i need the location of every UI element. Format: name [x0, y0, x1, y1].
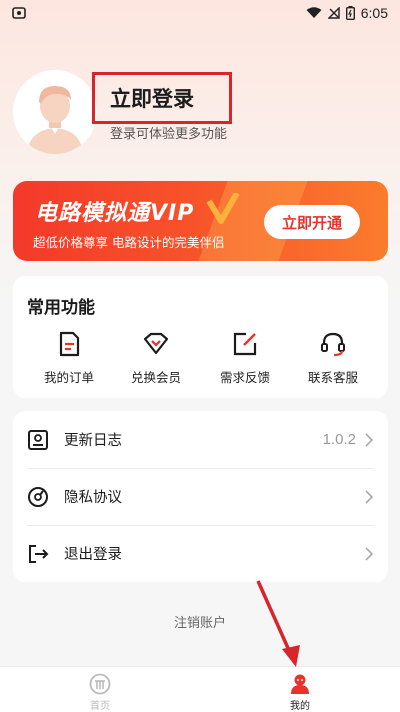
tab-mine[interactable]: 我的 [270, 673, 330, 712]
feedback-button[interactable]: 需求反馈 [205, 331, 285, 386]
screenshot-notification-icon [12, 7, 26, 19]
profile-icon [291, 674, 309, 694]
redeem-membership-button[interactable]: 兑换会员 [116, 331, 196, 386]
cancel-account-link[interactable]: 注销账户 [0, 612, 400, 631]
chevron-right-icon [365, 432, 374, 447]
headset-icon [321, 332, 345, 357]
tab-home[interactable]: 首页 [70, 673, 130, 712]
section-title: 常用功能 [27, 298, 95, 318]
feedback-icon [233, 332, 257, 356]
vip-title: 电路模拟通VIP [35, 201, 195, 226]
login-subtitle: 登录可体验更多功能 [110, 127, 228, 142]
annotation-arrow [256, 580, 300, 667]
status-time: 6:05 [360, 5, 388, 21]
wifi-icon [306, 7, 322, 18]
redeem-icon [143, 332, 169, 355]
privacy-policy-row[interactable]: 隐私协议 [13, 468, 388, 525]
vip-banner[interactable]: 电路模拟通VIP 超低价格尊享 电路设计的完美伴侣 立即开通 [13, 181, 388, 261]
status-bar: 6:05 [0, 0, 400, 26]
order-icon [59, 331, 80, 357]
no-signal-icon [327, 7, 340, 19]
bottom-navigation: 首页 我的 [0, 666, 400, 712]
logout-row[interactable]: 退出登录 [13, 525, 388, 582]
default-avatar-icon [13, 70, 97, 154]
my-orders-button[interactable]: 我的订单 [29, 331, 109, 386]
privacy-icon [28, 486, 48, 507]
logout-icon [29, 544, 49, 563]
login-button[interactable]: 立即登录 [110, 83, 194, 113]
settings-card: 更新日志 1.0.2 隐私协议 退出登录 [13, 411, 388, 582]
avatar[interactable] [13, 70, 97, 154]
home-icon [89, 673, 111, 695]
version-value: 1.0.2 [322, 431, 356, 448]
common-functions-card: 常用功能 我的订单 兑换会员 需求反馈 联系客服 [13, 276, 388, 398]
vip-checkmark-icon [206, 193, 240, 224]
changelog-icon [28, 429, 48, 450]
battery-icon [345, 6, 355, 20]
customer-service-button[interactable]: 联系客服 [293, 331, 373, 386]
open-vip-button[interactable]: 立即开通 [264, 205, 360, 239]
chevron-right-icon [365, 546, 374, 561]
chevron-right-icon [365, 489, 374, 504]
vip-subtitle: 超低价格尊享 电路设计的完美伴侣 [33, 235, 225, 250]
changelog-row[interactable]: 更新日志 1.0.2 [13, 411, 388, 468]
